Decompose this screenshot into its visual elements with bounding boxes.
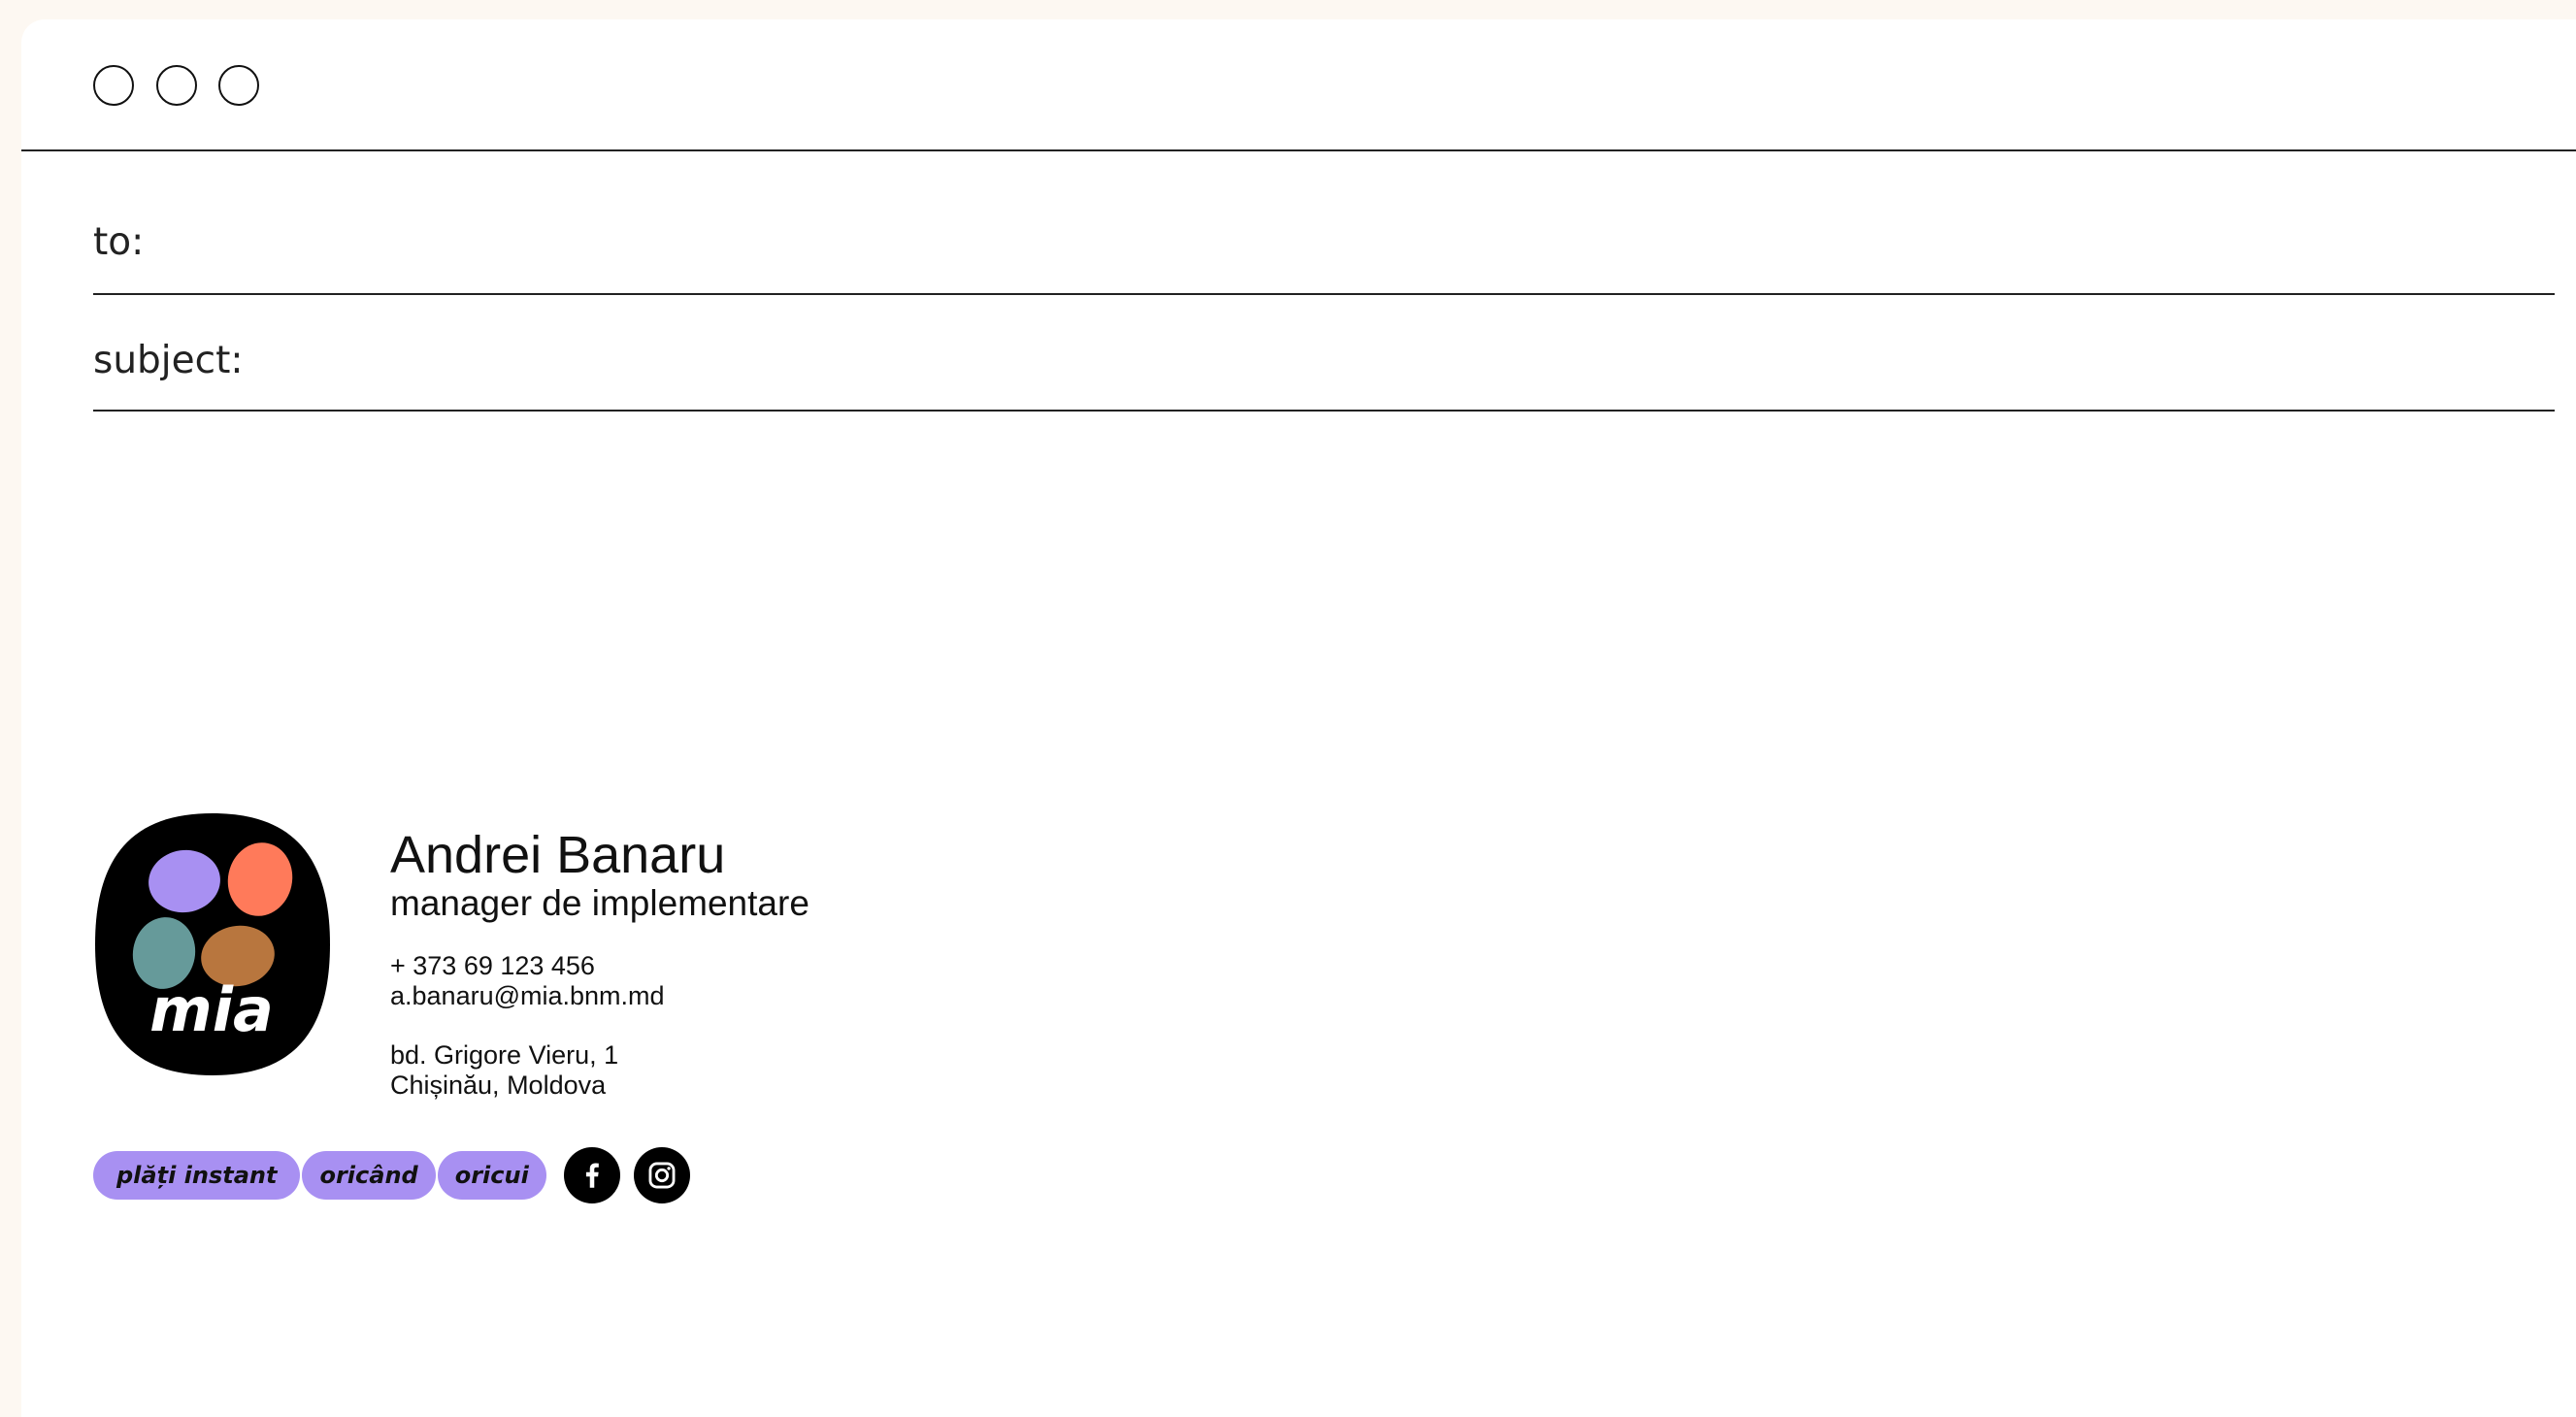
email-compose-window: to: subject: mia Andrei Banaru manager d… — [21, 19, 2576, 1417]
subject-input[interactable] — [258, 330, 2555, 390]
facebook-link[interactable] — [563, 1147, 620, 1203]
tag-plati-instant: plăți instant — [93, 1151, 301, 1200]
signature-tags: plăți instant oricând oricui — [93, 1147, 690, 1203]
instagram-link[interactable] — [633, 1147, 690, 1203]
signature-address-line1: bd. Grigore Vieru, 1 — [390, 1040, 619, 1070]
to-field: to: — [93, 190, 2555, 295]
to-label: to: — [93, 219, 145, 264]
to-input[interactable] — [159, 212, 2555, 272]
signature-role: manager de implementare — [390, 883, 809, 923]
signature-name: Andrei Banaru — [390, 826, 726, 884]
signature-address-line2: Chișinău, Moldova — [390, 1071, 607, 1100]
instagram-icon — [648, 1162, 676, 1189]
subject-label: subject: — [93, 338, 244, 382]
signature-address: bd. Grigore Vieru, 1 Chișinău, Moldova — [390, 1040, 809, 1101]
signature-phone[interactable]: + 373 69 123 456 — [390, 951, 809, 981]
window-titlebar — [21, 19, 2576, 151]
logo-wordmark: mia — [149, 974, 274, 1045]
signature-contact: + 373 69 123 456 a.banaru@mia.bnm.md — [390, 951, 809, 1011]
tag-oricui: oricui — [437, 1151, 546, 1200]
window-maximize-button[interactable] — [218, 65, 259, 106]
email-signature: mia Andrei Banaru manager de implementar… — [93, 811, 1452, 1219]
tag-oricand: oricând — [302, 1151, 436, 1200]
facebook-icon — [585, 1163, 599, 1188]
signature-text: Andrei Banaru manager de implementare + … — [390, 827, 809, 1101]
mia-logo: mia — [95, 813, 330, 1075]
window-minimize-button[interactable] — [156, 65, 197, 106]
window-close-button[interactable] — [93, 65, 134, 106]
subject-field: subject: — [93, 311, 2555, 412]
signature-email[interactable]: a.banaru@mia.bnm.md — [390, 981, 809, 1011]
